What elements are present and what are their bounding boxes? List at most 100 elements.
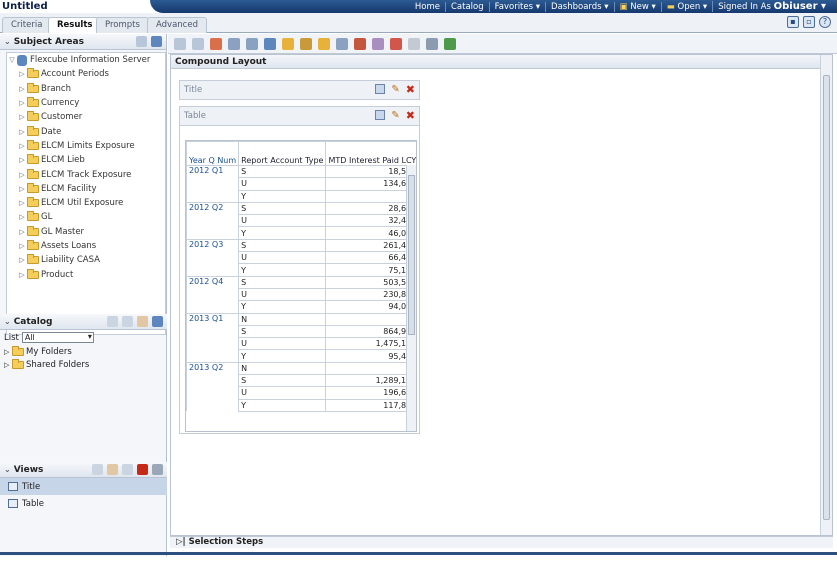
- tree-folder[interactable]: ▷ Account Periods: [7, 67, 165, 81]
- properties-icon[interactable]: [152, 464, 163, 475]
- nav-home-link[interactable]: Home: [410, 2, 445, 12]
- tree-folder[interactable]: ▷ ELCM Lieb: [7, 153, 165, 167]
- catalog-item-shared-folders[interactable]: ▷ Shared Folders: [0, 358, 167, 371]
- tree-folder[interactable]: ▷ ELCM Limits Exposure: [7, 139, 165, 153]
- tree-folder[interactable]: ▷ Currency: [7, 96, 165, 110]
- save-as-icon[interactable]: ▫: [803, 16, 815, 28]
- folder-view-icon[interactable]: [122, 316, 133, 327]
- print-layout-icon[interactable]: [246, 37, 258, 50]
- tree-folder[interactable]: ▷ ELCM Track Exposure: [7, 167, 165, 181]
- scroll-thumb[interactable]: [823, 75, 830, 520]
- tab-criteria[interactable]: Criteria: [2, 17, 52, 33]
- format-container-icon[interactable]: [375, 84, 386, 94]
- sort-icon[interactable]: [408, 37, 420, 50]
- show-preview-icon[interactable]: [210, 37, 222, 50]
- column-header[interactable]: Report Account Type: [238, 141, 327, 166]
- tree-folder[interactable]: ▷ GL: [7, 210, 165, 224]
- refresh-icon[interactable]: [152, 316, 163, 327]
- view-item-table[interactable]: Table: [0, 495, 167, 512]
- catalog-item-my-folders[interactable]: ▷ My Folders: [0, 345, 167, 358]
- tree-root[interactable]: ▽ Flexcube Information Server: [7, 53, 165, 67]
- nav-new-menu[interactable]: ▣ New ▾: [613, 1, 661, 12]
- expand-icon[interactable]: ▷: [17, 99, 27, 107]
- expand-icon[interactable]: ▷: [4, 361, 12, 369]
- tree-folder[interactable]: ▷ ELCM Util Exposure: [7, 196, 165, 210]
- expand-icon[interactable]: ▷: [17, 228, 27, 236]
- add-view-icon[interactable]: [92, 464, 103, 475]
- collapse-icon[interactable]: ⌄: [4, 37, 11, 46]
- export-icon[interactable]: [192, 37, 204, 50]
- nav-favorites-menu[interactable]: Favorites ▾: [488, 1, 545, 12]
- close-icon[interactable]: ✖: [406, 84, 415, 95]
- new-view-icon[interactable]: [282, 37, 294, 50]
- table-scrollbar[interactable]: [406, 165, 416, 431]
- title-view-container[interactable]: Title ✎ ✖: [179, 80, 420, 100]
- layout-icon[interactable]: [336, 37, 348, 50]
- action-icon[interactable]: [390, 37, 402, 50]
- search-icon[interactable]: [107, 316, 118, 327]
- tab-advanced[interactable]: Advanced: [147, 17, 207, 33]
- close-icon[interactable]: ✖: [406, 110, 415, 121]
- expand-icon[interactable]: ▷: [17, 242, 27, 250]
- tree-folder[interactable]: ▷ Customer: [7, 110, 165, 124]
- sort-ascending-icon[interactable]: [444, 37, 456, 50]
- expand-icon[interactable]: ▷|: [176, 537, 186, 547]
- tree-folder[interactable]: ▷ Liability CASA: [7, 253, 165, 267]
- expand-icon[interactable]: ▷: [17, 70, 27, 78]
- tab-prompts[interactable]: Prompts: [96, 17, 149, 33]
- tab-results[interactable]: Results: [48, 17, 102, 33]
- print-icon[interactable]: [174, 37, 186, 50]
- calc-icon[interactable]: [300, 37, 312, 50]
- tree-folder[interactable]: ▷ Branch: [7, 82, 165, 96]
- expand-icon[interactable]: ▷: [17, 185, 27, 193]
- column-header[interactable]: Year Q Num: [186, 141, 240, 166]
- expand-icon[interactable]: ▷: [17, 128, 27, 136]
- expand-icon[interactable]: ▷: [17, 271, 27, 279]
- format-container-icon[interactable]: [375, 110, 386, 120]
- table-view-header[interactable]: Table ✎ ✖: [179, 106, 420, 126]
- properties-icon[interactable]: [372, 37, 384, 50]
- selection-steps-bar[interactable]: ▷| Selection Steps: [170, 536, 833, 548]
- duplicate-view-icon[interactable]: [122, 464, 133, 475]
- delete-view-icon[interactable]: [137, 464, 148, 475]
- refresh-icon[interactable]: [151, 36, 162, 47]
- expand-icon[interactable]: ▷: [17, 113, 27, 121]
- selection-icon[interactable]: [354, 37, 366, 50]
- edit-view-icon[interactable]: [107, 464, 118, 475]
- expand-icon[interactable]: ▷: [17, 171, 27, 179]
- edit-icon[interactable]: ✎: [391, 84, 399, 95]
- list-select[interactable]: All: [21, 332, 94, 343]
- collapse-icon[interactable]: ⌄: [4, 317, 11, 326]
- layout-scrollbar[interactable]: [820, 55, 832, 535]
- expand-icon[interactable]: ▷: [17, 256, 27, 264]
- edit-icon[interactable]: ✎: [391, 110, 399, 121]
- expand-icon[interactable]: ▷: [17, 213, 27, 221]
- save-icon[interactable]: ▪: [787, 16, 799, 28]
- refresh-results-icon[interactable]: [228, 37, 240, 50]
- tree-folder[interactable]: ▷ Date: [7, 124, 165, 138]
- signed-in-user-menu[interactable]: Signed In As Obiuser ▾: [712, 1, 831, 12]
- collapse-icon[interactable]: ⌄: [4, 465, 11, 474]
- nav-open-menu[interactable]: ▬ Open ▾: [660, 1, 712, 12]
- edit-icon[interactable]: [137, 316, 148, 327]
- tree-folder[interactable]: ▷ GL Master: [7, 225, 165, 239]
- tree-folder[interactable]: ▷ Assets Loans: [7, 239, 165, 253]
- expand-icon[interactable]: ▷: [17, 85, 27, 93]
- group-icon[interactable]: [318, 37, 330, 50]
- columns-icon[interactable]: [426, 37, 438, 50]
- tree-folder[interactable]: ▷ ELCM Facility: [7, 182, 165, 196]
- nav-catalog-link[interactable]: Catalog: [445, 1, 489, 12]
- expand-icon[interactable]: ▷: [17, 142, 27, 150]
- view-item-title[interactable]: Title: [0, 478, 167, 495]
- expand-icon[interactable]: ▷: [4, 348, 12, 356]
- add-subject-area-icon[interactable]: [136, 36, 147, 47]
- filter-icon[interactable]: [264, 37, 276, 50]
- expand-icon[interactable]: ▷: [17, 199, 27, 207]
- help-icon[interactable]: ?: [819, 16, 831, 28]
- scroll-thumb[interactable]: [408, 175, 415, 335]
- nav-dashboards-menu[interactable]: Dashboards ▾: [545, 1, 614, 12]
- expand-icon[interactable]: ▷: [17, 156, 27, 164]
- tree-folder[interactable]: ▷ Product: [7, 267, 165, 281]
- expanded-icon[interactable]: ▽: [7, 56, 17, 64]
- column-header[interactable]: MTD Interest Paid LCY: [325, 141, 416, 166]
